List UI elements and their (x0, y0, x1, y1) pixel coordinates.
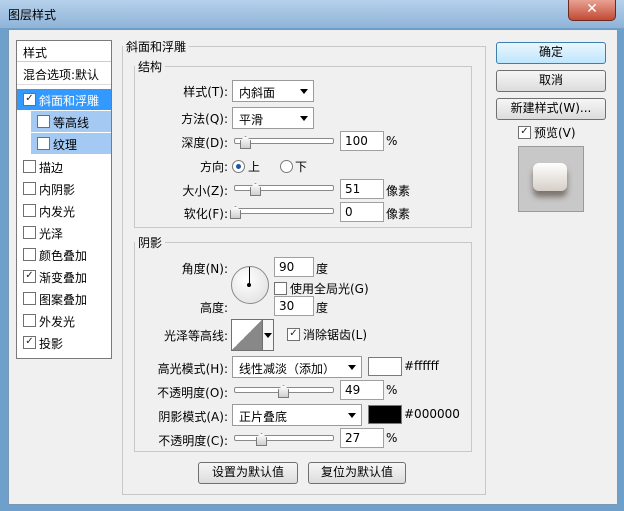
make-default-button[interactable]: 设置为默认值 (198, 462, 298, 484)
shadow-mode-label: 阴影模式(A): (158, 410, 228, 424)
close-button[interactable]: ✕ (568, 0, 616, 21)
altitude-unit: 度 (316, 301, 329, 315)
checkbox-outer-glow[interactable] (23, 314, 36, 327)
shadow-mode-dropdown[interactable]: 正片叠底 (232, 404, 362, 426)
shadow-color-hex: #000000 (404, 407, 460, 421)
direction-down-radio[interactable] (280, 160, 293, 173)
shadow-opacity-slider[interactable] (234, 435, 334, 441)
sidebar-item-texture[interactable]: 纹理 (31, 133, 111, 154)
chevron-down-icon (348, 365, 356, 370)
gloss-contour-thumbnail[interactable] (231, 319, 263, 351)
shadow-color-swatch[interactable] (368, 405, 402, 424)
checkbox-contour[interactable] (37, 115, 50, 128)
shadow-opacity-unit: % (386, 431, 398, 445)
shading-title: 阴影 (138, 236, 163, 250)
shadow-opacity-input[interactable]: 27 (340, 428, 384, 448)
global-light-label: 使用全局光(G) (290, 282, 369, 296)
sidebar-item-color-overlay[interactable]: 颜色叠加 (17, 244, 111, 265)
technique-dropdown[interactable]: 平滑 (232, 107, 314, 129)
highlight-opacity-label: 不透明度(O): (157, 386, 228, 400)
highlight-color-swatch[interactable] (368, 357, 402, 376)
checkbox-pattern-overlay[interactable] (23, 292, 36, 305)
highlight-mode-dropdown[interactable]: 线性减淡（添加） (232, 356, 362, 378)
chevron-down-icon (348, 413, 356, 418)
gloss-contour-label: 光泽等高线: (163, 329, 228, 343)
style-list-header: 样式 (17, 43, 111, 62)
sidebar-item-inner-shadow[interactable]: 内阴影 (17, 178, 111, 199)
highlight-color-hex: #ffffff (404, 359, 439, 373)
soften-slider[interactable] (234, 208, 334, 214)
direction-down-label: 下 (295, 160, 308, 174)
gloss-contour-picker[interactable] (262, 319, 274, 351)
checkbox-stroke[interactable] (23, 160, 36, 173)
reset-default-button[interactable]: 复位为默认值 (308, 462, 406, 484)
sidebar-item-stroke[interactable]: 描边 (17, 156, 111, 177)
preview-shape (533, 163, 567, 191)
sidebar-item-contour[interactable]: 等高线 (31, 111, 111, 132)
checkbox-color-overlay[interactable] (23, 248, 36, 261)
sidebar-item-blending-options[interactable]: 混合选项:默认 (17, 63, 111, 85)
altitude-label: 高度: (199, 301, 228, 315)
checkbox-satin[interactable] (23, 226, 36, 239)
highlight-mode-label: 高光模式(H): (157, 362, 228, 376)
style-dropdown[interactable]: 内斜面 (232, 80, 314, 102)
direction-label: 方向: (199, 160, 228, 174)
highlight-opacity-unit: % (386, 383, 398, 397)
direction-up-label: 上 (248, 160, 261, 174)
technique-label: 方法(Q): (181, 112, 228, 126)
sidebar-item-gradient-overlay[interactable]: ✓ 渐变叠加 (17, 266, 111, 287)
sidebar-item-drop-shadow[interactable]: ✓ 投影 (17, 332, 111, 353)
angle-label: 角度(N): (181, 262, 228, 276)
chevron-down-icon (300, 116, 308, 121)
altitude-input[interactable]: 30 (274, 296, 314, 316)
depth-unit: % (386, 134, 398, 148)
depth-input[interactable]: 100 (340, 131, 384, 151)
highlight-opacity-input[interactable]: 49 (340, 380, 384, 400)
chevron-down-icon (300, 89, 308, 94)
depth-label: 深度(D): (181, 136, 228, 150)
checkbox-gradient-overlay[interactable]: ✓ (23, 270, 36, 283)
bevel-emboss-title: 斜面和浮雕 (126, 40, 187, 54)
antialias-checkbox[interactable]: ✓ (287, 328, 300, 341)
angle-dial-center (247, 283, 251, 287)
sidebar-item-pattern-overlay[interactable]: 图案叠加 (17, 288, 111, 309)
checkbox-inner-glow[interactable] (23, 204, 36, 217)
checkbox-bevel-emboss[interactable]: ✓ (23, 93, 36, 106)
angle-unit: 度 (316, 262, 329, 276)
style-preview-thumbnail (518, 146, 584, 212)
size-unit: 像素 (386, 184, 411, 198)
angle-dial[interactable] (231, 266, 269, 304)
soften-unit: 像素 (386, 207, 411, 221)
antialias-label: 消除锯齿(L) (303, 328, 368, 342)
sidebar-item-inner-glow[interactable]: 内发光 (17, 200, 111, 221)
ok-button[interactable]: 确定 (496, 42, 606, 64)
checkbox-drop-shadow[interactable]: ✓ (23, 336, 36, 349)
preview-label: 预览(V) (534, 126, 576, 140)
chevron-down-icon (264, 333, 272, 338)
window-title: 图层样式 (8, 8, 57, 22)
global-light-checkbox[interactable] (274, 282, 287, 295)
style-label: 样式(T): (183, 85, 228, 99)
structure-title: 结构 (138, 60, 163, 74)
size-input[interactable]: 51 (340, 179, 384, 199)
checkbox-texture[interactable] (37, 137, 50, 150)
preview-checkbox[interactable]: ✓ (518, 126, 531, 139)
new-style-button[interactable]: 新建样式(W)... (496, 98, 606, 120)
angle-input[interactable]: 90 (274, 257, 314, 277)
cancel-button[interactable]: 取消 (496, 70, 606, 92)
direction-up-radio[interactable] (232, 160, 245, 173)
style-list: 样式 混合选项:默认 ✓ 斜面和浮雕 等高线 纹理 描边 内阴影 内发光 光泽 颜… (16, 40, 112, 359)
title-bar[interactable]: 图层样式 ✕ (0, 0, 624, 28)
shadow-opacity-label: 不透明度(C): (158, 434, 228, 448)
soften-label: 软化(F): (183, 207, 228, 221)
size-label: 大小(Z): (182, 184, 228, 198)
sidebar-item-bevel-emboss[interactable]: ✓ 斜面和浮雕 (17, 89, 111, 110)
size-slider[interactable] (234, 185, 334, 191)
checkbox-inner-shadow[interactable] (23, 182, 36, 195)
sidebar-item-satin[interactable]: 光泽 (17, 222, 111, 243)
sidebar-item-outer-glow[interactable]: 外发光 (17, 310, 111, 331)
soften-input[interactable]: 0 (340, 202, 384, 222)
